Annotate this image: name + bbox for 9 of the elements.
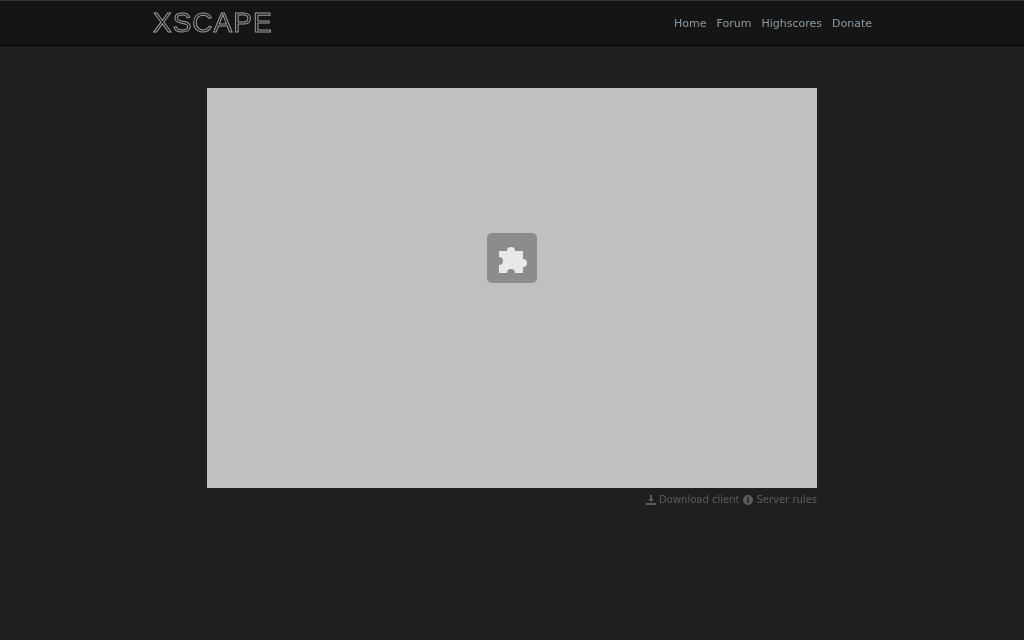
- nav-link[interactable]: Forum: [716, 16, 752, 30]
- link-label: Server rules: [756, 494, 817, 505]
- nav-link[interactable]: Donate: [832, 16, 872, 30]
- puzzle-icon[interactable]: [487, 233, 537, 283]
- nav-link[interactable]: Highscores: [761, 16, 822, 30]
- logo[interactable]: XSCAPE: [153, 7, 273, 39]
- info-icon: [743, 494, 754, 505]
- nav-link[interactable]: Home: [674, 16, 707, 30]
- download-icon: [646, 494, 657, 505]
